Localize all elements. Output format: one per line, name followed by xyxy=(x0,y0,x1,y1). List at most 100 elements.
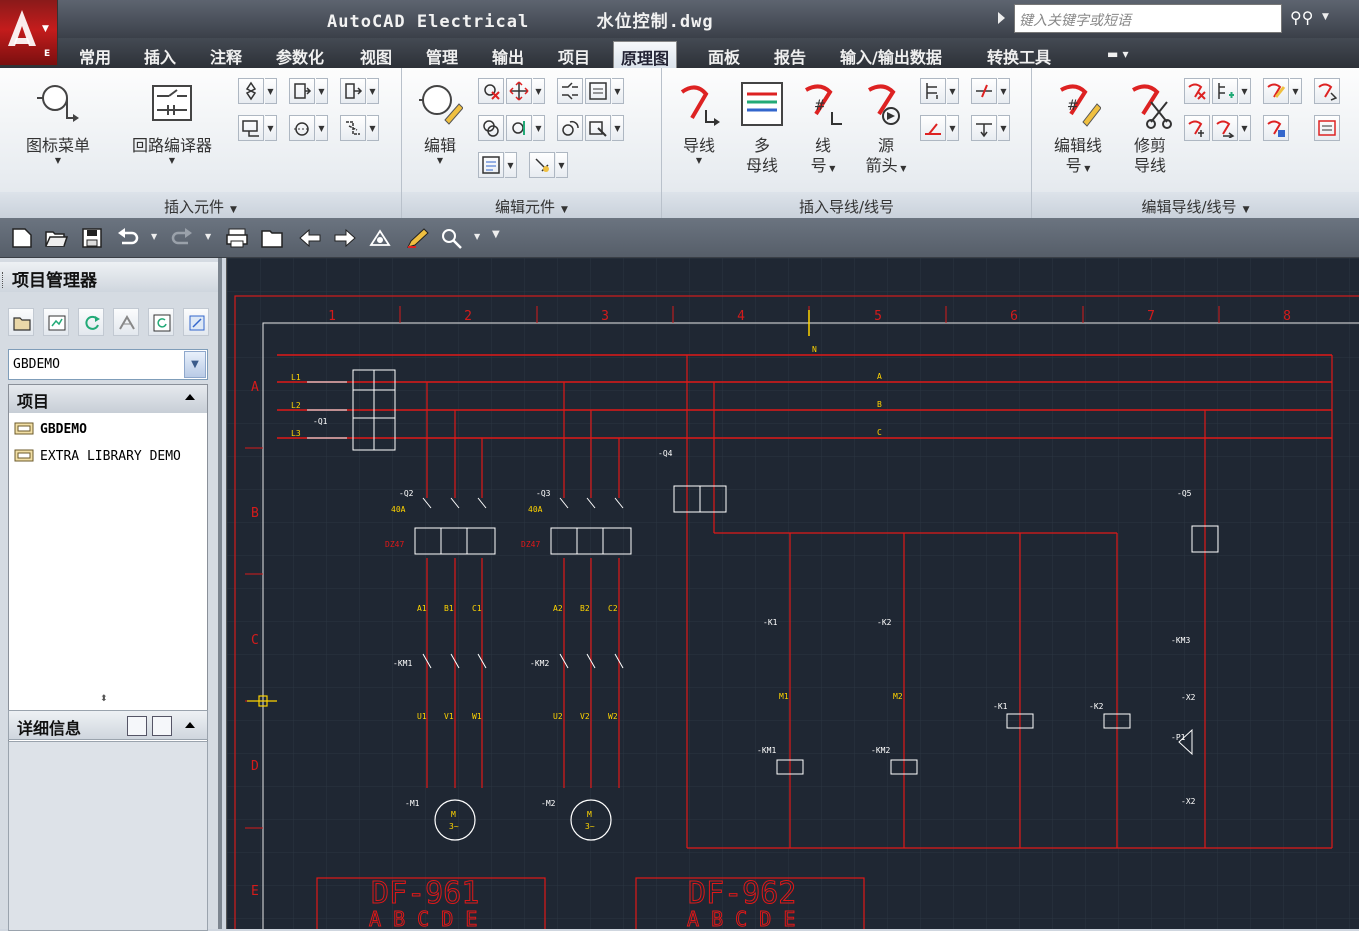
fix-tag-button[interactable] xyxy=(529,152,555,178)
panel-title-edit-components[interactable]: 编辑元件 ▼ xyxy=(402,192,661,218)
tab-reports[interactable]: 报告 xyxy=(767,41,813,68)
binoculars-icon[interactable]: ⚲⚲ xyxy=(1290,8,1313,27)
tab-output[interactable]: 输出 xyxy=(485,41,531,68)
open-project-button[interactable] xyxy=(8,308,34,336)
delete-wire-number-button[interactable] xyxy=(1184,78,1210,104)
change-wire-color-button[interactable] xyxy=(1263,78,1289,104)
tab-panel[interactable]: 面板 xyxy=(701,41,747,68)
new-project-button[interactable] xyxy=(43,308,69,336)
panel-title-insert-components[interactable]: 插入元件 ▼ xyxy=(0,192,401,218)
plot-icon[interactable] xyxy=(225,227,249,249)
swap-block-button[interactable] xyxy=(585,78,611,104)
panel-title-insert-wires[interactable]: 插入导线/线号 xyxy=(662,192,1031,218)
previous-drawing-icon[interactable] xyxy=(298,227,322,249)
insert-splice-button[interactable] xyxy=(289,115,315,141)
tab-home[interactable]: 常用 xyxy=(72,41,118,68)
chevron-down-icon[interactable]: ▼ xyxy=(556,152,568,178)
collapse-icon[interactable] xyxy=(185,394,195,400)
chevron-down-icon[interactable]: ▼ xyxy=(1239,115,1251,141)
chevron-down-icon[interactable]: ▼ xyxy=(612,78,624,104)
refresh-button[interactable] xyxy=(78,308,104,336)
collapse-icon[interactable] xyxy=(185,722,195,728)
project-manager-icon[interactable] xyxy=(260,227,284,249)
circuit-compiler-button[interactable]: 回路编译器 ▼ xyxy=(122,80,222,166)
project-tasks-button[interactable] xyxy=(113,308,139,336)
application-menu-button[interactable]: ▼ E xyxy=(0,0,58,66)
ladder-button[interactable] xyxy=(920,78,946,104)
surfer-icon[interactable] xyxy=(368,227,392,249)
project-item-extra-library-demo[interactable]: EXTRA LIBRARY DEMO xyxy=(14,448,181,470)
palette-splitter-icon[interactable]: ⬍ xyxy=(100,694,108,704)
edit-component-button[interactable]: 编辑 ▼ xyxy=(412,80,468,166)
edit-pencil-icon[interactable] xyxy=(406,227,430,249)
component-properties-button[interactable] xyxy=(585,115,611,141)
multiple-bus-button[interactable]: 多 母线 xyxy=(734,80,790,176)
toggle-wire-number-button[interactable] xyxy=(1263,115,1289,141)
tab-insert[interactable]: 插入 xyxy=(137,41,183,68)
chevron-down-icon[interactable]: ▼ xyxy=(367,115,379,141)
drawing-area[interactable]: 1 2 3 4 5 6 7 8 A B C D E N A B C L1 L2 … xyxy=(226,258,1359,929)
move-wire-number-button[interactable] xyxy=(1184,115,1210,141)
zoom-extents-icon[interactable] xyxy=(440,227,464,249)
tab-annotate[interactable]: 注释 xyxy=(203,41,249,68)
insert-dip-switch-button[interactable] xyxy=(340,115,366,141)
chevron-down-icon[interactable]: ▼ xyxy=(505,152,517,178)
wire-gap-button[interactable] xyxy=(971,78,997,104)
project-list-header[interactable]: 项目 xyxy=(9,385,207,413)
chevron-down-icon[interactable]: ▼ xyxy=(947,78,959,104)
attribute-edit-button[interactable] xyxy=(478,152,504,178)
stretch-wire-button[interactable] xyxy=(971,115,997,141)
chevron-down-icon[interactable]: ▼ xyxy=(265,78,277,104)
insert-pid-button[interactable] xyxy=(340,78,366,104)
wire-number-button[interactable]: # 线 号 ▼ xyxy=(798,80,848,179)
next-drawing-icon[interactable] xyxy=(333,227,357,249)
chevron-down-icon[interactable]: ▼ xyxy=(1290,78,1302,104)
icon-menu-button[interactable]: 图标菜单 ▼ xyxy=(18,80,98,166)
redo-dropdown-icon[interactable]: ▼ xyxy=(205,232,211,241)
chevron-down-icon[interactable]: ▼ xyxy=(533,78,545,104)
chevron-down-icon[interactable]: ▼ xyxy=(947,115,959,141)
insert-hydraulic-button[interactable] xyxy=(289,78,315,104)
zoom-dropdown-icon[interactable]: ▼ xyxy=(474,232,480,241)
update-retag-button[interactable] xyxy=(148,308,174,336)
toggle-no-nc-button[interactable] xyxy=(557,78,583,104)
schematic-drawing[interactable]: 1 2 3 4 5 6 7 8 A B C D E N A B C L1 L2 … xyxy=(227,258,1359,929)
tab-conversion-tools[interactable]: 转换工具 xyxy=(980,41,1058,68)
chevron-down-icon[interactable]: ▼ xyxy=(1239,78,1251,104)
details-list-view-icon[interactable] xyxy=(127,716,147,736)
chevron-down-icon[interactable]: ▼ xyxy=(265,115,277,141)
project-item-gbdemo[interactable]: GBDEMO xyxy=(14,421,87,443)
tab-project[interactable]: 项目 xyxy=(551,41,597,68)
redo-icon[interactable] xyxy=(170,227,194,249)
source-arrow-button[interactable]: 源 箭头 ▼ xyxy=(858,80,914,179)
undo-dropdown-icon[interactable]: ▼ xyxy=(151,232,157,241)
tab-schematic[interactable]: 原理图 xyxy=(613,41,678,68)
delete-component-button[interactable] xyxy=(478,78,504,104)
panel-title-edit-wires[interactable]: 编辑导线/线号 ▼ xyxy=(1032,192,1359,218)
chevron-down-icon[interactable]: ▼ xyxy=(367,78,379,104)
project-select[interactable]: GBDEMO ▼ xyxy=(8,349,208,380)
tab-view[interactable]: 视图 xyxy=(353,41,399,68)
align-button[interactable] xyxy=(506,115,532,141)
project-settings-button[interactable] xyxy=(183,308,209,336)
chevron-down-icon[interactable]: ▼ xyxy=(184,351,206,378)
retag-button[interactable] xyxy=(557,115,583,141)
move-component-button[interactable] xyxy=(506,78,532,104)
insert-connector-button[interactable] xyxy=(238,115,264,141)
palette-grip-handle[interactable] xyxy=(2,272,5,288)
flip-wire-number-button[interactable] xyxy=(1212,115,1238,141)
undo-icon[interactable] xyxy=(116,227,140,249)
ribbon-minimize-icon[interactable]: ▬ ▾ xyxy=(1100,41,1136,68)
tab-parametric[interactable]: 参数化 xyxy=(269,41,331,68)
trim-wire-button[interactable]: 修剪 导线 xyxy=(1122,80,1178,176)
new-file-icon[interactable] xyxy=(10,227,34,249)
open-folder-icon[interactable] xyxy=(44,227,68,249)
tab-import-export-data[interactable]: 输入/输出数据 xyxy=(833,41,949,68)
customize-toolbar-icon[interactable]: ▼ xyxy=(492,229,500,240)
cross-reference-button[interactable] xyxy=(920,115,946,141)
wire-type-button[interactable] xyxy=(1212,78,1238,104)
chevron-down-icon[interactable]: ▼ xyxy=(998,78,1010,104)
chevron-down-icon[interactable]: ▼ xyxy=(533,115,545,141)
edit-wire-number-button[interactable]: # 编辑线 号 ▼ xyxy=(1046,80,1110,179)
wire-button[interactable]: 导线 ▼ xyxy=(670,80,728,166)
